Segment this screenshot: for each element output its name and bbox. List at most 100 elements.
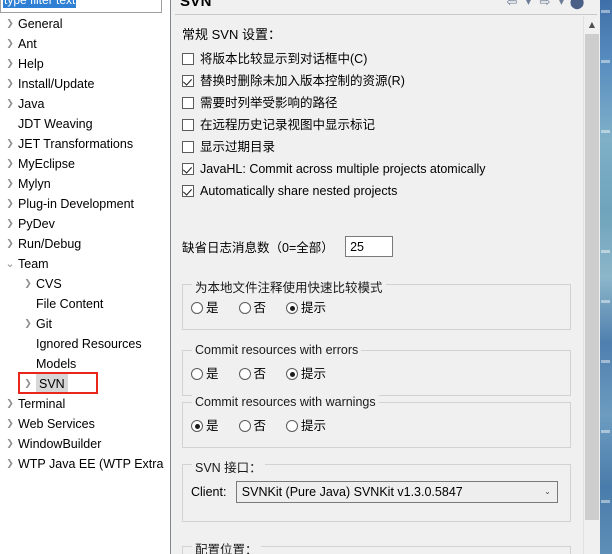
tree-item-wtp-java-ee-wtp-extra[interactable]: ❯ WTP Java EE (WTP Extra [0, 454, 169, 474]
radio-unselected-icon[interactable] [238, 368, 251, 380]
client-label: Client: [191, 485, 227, 499]
chevron-right-icon[interactable]: ❯ [2, 14, 18, 34]
chevron-right-icon[interactable]: ❯ [2, 434, 18, 454]
tree-item-cvs[interactable]: ❯ CVS [0, 274, 169, 294]
radio-selected-icon[interactable] [191, 420, 203, 432]
chevron-right-icon[interactable]: ❯ [2, 174, 18, 194]
tree-item-plug-in-development[interactable]: ❯ Plug-in Development [0, 194, 169, 214]
checkbox-row-7[interactable]: Automatically share nested projects [182, 180, 582, 202]
chevron-right-icon[interactable]: ❯ [20, 314, 36, 334]
checkbox-row-4[interactable]: 在远程历史记录视图中显示标记 [182, 114, 582, 136]
chevron-right-icon[interactable]: ❯ [2, 154, 18, 174]
tree-item-label: PyDev [18, 217, 55, 231]
tree-item-run-debug[interactable]: ❯ Run/Debug [0, 234, 169, 254]
chevron-right-icon[interactable]: ❯ [2, 34, 18, 54]
checkbox-unchecked-icon[interactable] [182, 53, 194, 65]
radio-selected-icon[interactable] [286, 368, 299, 380]
tree-item-mylyn[interactable]: ❯ Mylyn [0, 174, 169, 194]
svn-client-dropdown[interactable]: SVNKit (Pure Java) SVNKit v1.3.0.5847 ⌄ [235, 481, 558, 503]
radio-selected-icon[interactable] [286, 302, 299, 314]
scroll-up-arrow-icon[interactable]: ▲ [584, 16, 600, 33]
chevron-right-icon[interactable]: ❯ [2, 134, 18, 154]
chevron-down-icon: ⌄ [544, 487, 551, 496]
tree-item-install-update[interactable]: ❯ Install/Update [0, 74, 169, 94]
chevron-right-icon[interactable]: ❯ [2, 94, 18, 114]
tree-item-team[interactable]: ⌄ Team [0, 254, 169, 274]
tree-item-pydev[interactable]: ❯ PyDev [0, 214, 169, 234]
tree-item-label: CVS [36, 277, 62, 291]
tree-item-web-services[interactable]: ❯ Web Services [0, 414, 169, 434]
radio-label: 否 [253, 367, 267, 381]
chevron-right-icon[interactable]: ❯ [2, 74, 18, 94]
chevron-right-icon[interactable]: ❯ [2, 414, 18, 434]
chevron-right-icon[interactable]: ❯ [2, 394, 18, 414]
client-row: Client: SVNKit (Pure Java) SVNKit v1.3.0… [191, 481, 558, 503]
settings-content: 常规 SVN 设置： 将版本比较显示到对话框中(C) 替换时删除未加入版本控制的资… [171, 16, 600, 554]
radio-unselected-icon[interactable] [191, 302, 203, 314]
chevron-down-icon[interactable]: ⌄ [2, 254, 18, 274]
chevron-right-icon[interactable]: ❯ [2, 214, 18, 234]
tree-item-models[interactable]: Models [0, 354, 169, 374]
help-circle-icon[interactable]: ⬤ [568, 0, 586, 11]
radio-unselected-icon[interactable] [191, 368, 203, 380]
page-navigation-toolbar: ⇦ ▼ ⇨ ▼ ⬤ [502, 0, 586, 12]
checkbox-row-5[interactable]: 显示过期目录 [182, 136, 582, 158]
checkbox-row-3[interactable]: 需要时列举受影响的路径 [182, 92, 582, 114]
tree-item-git[interactable]: ❯ Git [0, 314, 169, 334]
tree-item-terminal[interactable]: ❯ Terminal [0, 394, 169, 414]
tree-item-help[interactable]: ❯ Help [0, 54, 169, 74]
default-log-messages-row: 缺省日志消息数（0=全部） 25 [182, 236, 394, 260]
tree-item-jdt-weaving[interactable]: JDT Weaving [0, 114, 169, 134]
scrollbar-thumb[interactable] [585, 34, 599, 520]
checkbox-row-6[interactable]: JavaHL: Commit across multiple projects … [182, 158, 582, 180]
checkbox-checked-icon[interactable] [182, 163, 194, 175]
forward-chevron-down-icon[interactable]: ▼ [557, 0, 566, 11]
chevron-right-icon[interactable]: ❯ [2, 194, 18, 214]
default-log-messages-label: 缺省日志消息数（0=全部） [182, 241, 334, 255]
checkbox-row-1[interactable]: 将版本比较显示到对话框中(C) [182, 48, 582, 70]
chevron-right-icon[interactable]: ❯ [2, 54, 18, 74]
commit-with-warnings-group-option-3[interactable]: 提示 [286, 415, 326, 434]
commit-with-errors-group-option-1[interactable]: 是 [191, 363, 219, 382]
tree-item-general[interactable]: ❯ General [0, 14, 169, 34]
forward-arrow-icon[interactable]: ⇨ [535, 0, 555, 11]
back-chevron-down-icon[interactable]: ▼ [524, 0, 533, 11]
radio-unselected-icon[interactable] [238, 420, 251, 432]
chevron-right-icon[interactable]: ❯ [20, 274, 36, 294]
chevron-right-icon[interactable]: ❯ [2, 454, 18, 474]
tree-item-windowbuilder[interactable]: ❯ WindowBuilder [0, 434, 169, 454]
checkbox-unchecked-icon[interactable] [182, 119, 194, 131]
tree-item-myeclipse[interactable]: ❯ MyEclipse [0, 154, 169, 174]
preferences-tree[interactable]: ❯ General ❯ Ant ❯ Help ❯ Install/Update ❯ Java JD… [0, 14, 169, 554]
commit-with-errors-group-option-2[interactable]: 否 [238, 363, 267, 382]
default-log-messages-input[interactable]: 25 [345, 236, 394, 257]
commit-with-errors-group-option-3[interactable]: 提示 [286, 363, 326, 382]
chevron-right-icon[interactable]: ❯ [2, 234, 18, 254]
commit-with-errors-group-title: Commit resources with errors [192, 343, 362, 357]
checkbox-unchecked-icon[interactable] [182, 141, 194, 153]
quick-diff-annotate-group-option-2[interactable]: 否 [238, 297, 266, 316]
radio-label: 是 [206, 367, 219, 381]
tree-item-ignored-resources[interactable]: Ignored Resources [0, 334, 169, 354]
settings-vertical-scrollbar[interactable]: ▲ [583, 16, 600, 554]
tree-item-ant[interactable]: ❯ Ant [0, 34, 169, 54]
checkbox-checked-icon[interactable] [182, 185, 194, 197]
commit-with-warnings-group-option-1[interactable]: 是 [191, 415, 219, 434]
checkbox-unchecked-icon[interactable] [182, 97, 194, 109]
checkbox-checked-icon[interactable] [182, 75, 194, 87]
checkbox-row-2[interactable]: 替换时删除未加入版本控制的资源(R) [182, 70, 582, 92]
tree-item-label: Java [18, 97, 45, 111]
tree-item-jet-transformations[interactable]: ❯ JET Transformations [0, 134, 169, 154]
general-settings-checkbox-list: 将版本比较显示到对话框中(C) 替换时删除未加入版本控制的资源(R) 需要时列举受影… [182, 48, 582, 202]
back-arrow-icon[interactable]: ⇦ [502, 0, 522, 11]
tree-item-file-content[interactable]: File Content [0, 294, 169, 314]
quick-diff-annotate-group-option-1[interactable]: 是 [191, 297, 219, 316]
tree-item-java[interactable]: ❯ Java [0, 94, 169, 114]
radio-unselected-icon[interactable] [286, 420, 299, 432]
radio-unselected-icon[interactable] [238, 302, 251, 314]
quick-diff-annotate-group-option-3[interactable]: 提示 [286, 297, 326, 316]
commit-with-warnings-group-option-2[interactable]: 否 [238, 415, 266, 434]
tree-item-svn[interactable]: ❯ SVN [0, 374, 169, 394]
filter-text-input[interactable]: type filter text [0, 0, 162, 13]
chevron-right-icon[interactable]: ❯ [20, 374, 36, 394]
